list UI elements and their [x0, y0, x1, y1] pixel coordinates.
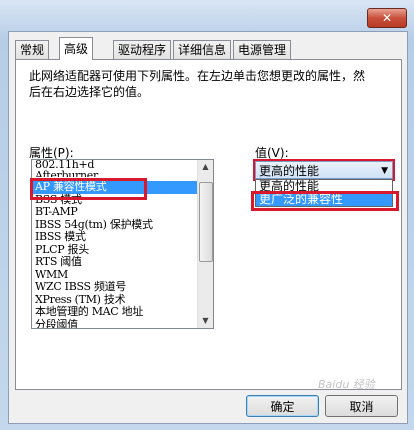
description-text: 此网络适配器可使用下列属性。在左边单击您想更改的属性，然后在右边选择它的值。 [29, 69, 366, 99]
ok-button[interactable]: 确定 [246, 395, 319, 417]
scroll-down-icon[interactable]: ▼ [199, 314, 212, 328]
scroll-up-icon[interactable]: ▲ [199, 160, 212, 174]
cancel-button[interactable]: 取消 [325, 395, 398, 417]
list-item[interactable]: 分段阈值 [32, 318, 213, 328]
scroll-thumb[interactable] [199, 182, 213, 262]
advanced-panel: 此网络适配器可使用下列属性。在左边单击您想更改的属性，然后在右边选择它的值。 属… [15, 59, 402, 390]
list-item[interactable]: 本地管理的 MAC 地址 [32, 305, 213, 319]
list-item[interactable]: 802.11h+d [32, 160, 213, 170]
dialog-client-area: 常规 高级 驱动程序 详细信息 电源管理 此网络适配器可使用下列属性。在左边单击… [8, 31, 408, 424]
tab-driver[interactable]: 驱动程序 [113, 40, 172, 59]
tab-details[interactable]: 详细信息 [173, 40, 232, 59]
highlight-box-property [30, 178, 147, 200]
highlight-box-option [251, 191, 399, 211]
properties-dialog: ✕ 常规 高级 驱动程序 详细信息 电源管理 此网络适配器可使用下列属性。在左边… [0, 0, 414, 430]
close-icon: ✕ [381, 11, 393, 25]
tab-advanced[interactable]: 高级 [59, 37, 94, 60]
highlight-box-combo [253, 159, 395, 181]
tab-general[interactable]: 常规 [15, 40, 50, 59]
tab-power-management[interactable]: 电源管理 [233, 40, 292, 59]
close-button[interactable]: ✕ [367, 8, 407, 28]
watermark: Baidu 经验 [318, 378, 375, 391]
list-item[interactable]: BT-AMP [32, 205, 213, 219]
listbox-scrollbar[interactable]: ▲ ▼ [197, 160, 213, 328]
list-item[interactable]: IBSS 模式 [32, 230, 213, 244]
list-item[interactable]: Afterburner [32, 170, 213, 177]
list-item[interactable]: RTS 阈值 [32, 255, 213, 269]
list-item[interactable]: WZC IBSS 频道号 [32, 280, 213, 294]
